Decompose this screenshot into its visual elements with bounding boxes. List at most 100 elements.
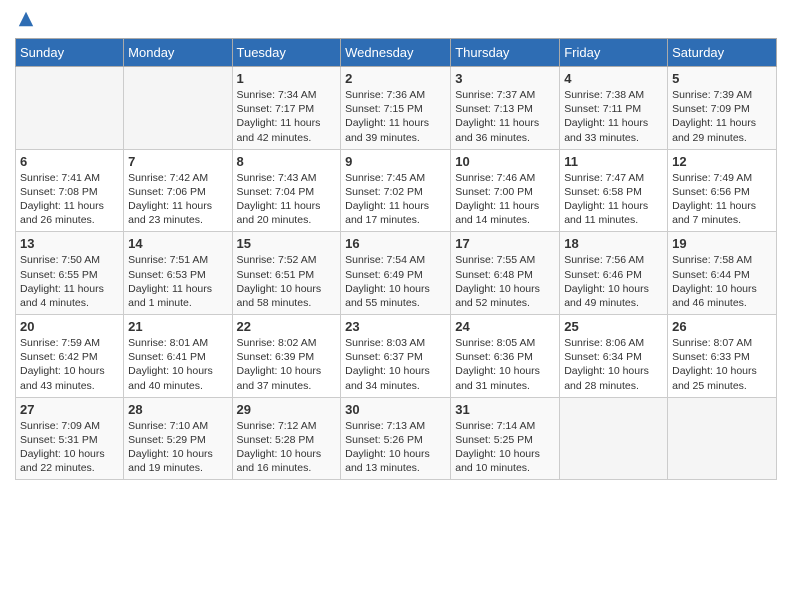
weekday-header: Thursday (451, 39, 560, 67)
day-info: Sunrise: 7:50 AM Sunset: 6:55 PM Dayligh… (20, 253, 119, 310)
day-number: 18 (564, 236, 663, 251)
calendar-week-row: 27Sunrise: 7:09 AM Sunset: 5:31 PM Dayli… (16, 397, 777, 480)
logo-icon (17, 10, 35, 28)
day-number: 3 (455, 71, 555, 86)
day-number: 29 (237, 402, 337, 417)
calendar-cell: 15 Sunrise: 7:52 AM Sunset: 6:51 PM Dayli… (232, 232, 341, 315)
calendar-cell: 24 Sunrise: 8:05 AM Sunset: 6:36 PM Dayli… (451, 315, 560, 398)
day-info: Sunrise: 7:49 AM Sunset: 6:56 PM Dayligh… (672, 171, 772, 228)
day-info: Sunrise: 7:54 AM Sunset: 6:49 PM Dayligh… (345, 253, 446, 310)
calendar-cell: 8 Sunrise: 7:43 AM Sunset: 7:04 PM Daylig… (232, 149, 341, 232)
day-info: Sunrise: 8:01 AM Sunset: 6:41 PM Dayligh… (128, 336, 227, 393)
calendar-cell: 19 Sunrise: 7:58 AM Sunset: 6:44 PM Dayli… (668, 232, 777, 315)
calendar-cell: 14 Sunrise: 7:51 AM Sunset: 6:53 PM Dayli… (124, 232, 232, 315)
day-info: Sunrise: 8:07 AM Sunset: 6:33 PM Dayligh… (672, 336, 772, 393)
day-number: 6 (20, 154, 119, 169)
calendar-cell: 20 Sunrise: 7:59 AM Sunset: 6:42 PM Dayli… (16, 315, 124, 398)
day-info: Sunrise: 7:36 AM Sunset: 7:15 PM Dayligh… (345, 88, 446, 145)
calendar-cell: 21 Sunrise: 8:01 AM Sunset: 6:41 PM Dayli… (124, 315, 232, 398)
day-info: Sunrise: 7:39 AM Sunset: 7:09 PM Dayligh… (672, 88, 772, 145)
calendar-cell: 17 Sunrise: 7:55 AM Sunset: 6:48 PM Dayli… (451, 232, 560, 315)
day-number: 7 (128, 154, 227, 169)
calendar-cell: 28Sunrise: 7:10 AM Sunset: 5:29 PM Dayli… (124, 397, 232, 480)
calendar-cell: 16 Sunrise: 7:54 AM Sunset: 6:49 PM Dayli… (341, 232, 451, 315)
calendar-cell: 18 Sunrise: 7:56 AM Sunset: 6:46 PM Dayli… (560, 232, 668, 315)
day-number: 15 (237, 236, 337, 251)
calendar-cell: 12 Sunrise: 7:49 AM Sunset: 6:56 PM Dayli… (668, 149, 777, 232)
calendar-cell: 6Sunrise: 7:41 AM Sunset: 7:08 PM Daylig… (16, 149, 124, 232)
day-number: 4 (564, 71, 663, 86)
day-info: Sunrise: 7:51 AM Sunset: 6:53 PM Dayligh… (128, 253, 227, 310)
day-number: 21 (128, 319, 227, 334)
weekday-header: Sunday (16, 39, 124, 67)
day-number: 2 (345, 71, 446, 86)
day-info: Sunrise: 7:52 AM Sunset: 6:51 PM Dayligh… (237, 253, 337, 310)
day-number: 25 (564, 319, 663, 334)
weekday-header: Monday (124, 39, 232, 67)
day-number: 24 (455, 319, 555, 334)
calendar-cell: 3 Sunrise: 7:37 AM Sunset: 7:13 PM Daylig… (451, 67, 560, 150)
weekday-header: Friday (560, 39, 668, 67)
day-number: 30 (345, 402, 446, 417)
calendar-week-row: 1Sunrise: 7:34 AM Sunset: 7:17 PM Daylig… (16, 67, 777, 150)
day-info: Sunrise: 7:13 AM Sunset: 5:26 PM Dayligh… (345, 419, 446, 476)
calendar-cell: 30 Sunrise: 7:13 AM Sunset: 5:26 PM Dayli… (341, 397, 451, 480)
day-info: Sunrise: 7:42 AM Sunset: 7:06 PM Dayligh… (128, 171, 227, 228)
day-info: Sunrise: 8:02 AM Sunset: 6:39 PM Dayligh… (237, 336, 337, 393)
weekday-header: Tuesday (232, 39, 341, 67)
day-info: Sunrise: 7:43 AM Sunset: 7:04 PM Dayligh… (237, 171, 337, 228)
calendar-cell: 10 Sunrise: 7:46 AM Sunset: 7:00 PM Dayli… (451, 149, 560, 232)
calendar-cell: 11 Sunrise: 7:47 AM Sunset: 6:58 PM Dayli… (560, 149, 668, 232)
day-number: 10 (455, 154, 555, 169)
calendar-cell: 2 Sunrise: 7:36 AM Sunset: 7:15 PM Daylig… (341, 67, 451, 150)
day-number: 1 (237, 71, 337, 86)
day-number: 23 (345, 319, 446, 334)
logo (15, 10, 35, 28)
day-info: Sunrise: 7:55 AM Sunset: 6:48 PM Dayligh… (455, 253, 555, 310)
day-info: Sunrise: 7:56 AM Sunset: 6:46 PM Dayligh… (564, 253, 663, 310)
weekday-header-row: SundayMondayTuesdayWednesdayThursdayFrid… (16, 39, 777, 67)
day-info: Sunrise: 7:10 AM Sunset: 5:29 PM Dayligh… (128, 419, 227, 476)
day-info: Sunrise: 8:03 AM Sunset: 6:37 PM Dayligh… (345, 336, 446, 393)
calendar-table: SundayMondayTuesdayWednesdayThursdayFrid… (15, 38, 777, 480)
day-info: Sunrise: 7:45 AM Sunset: 7:02 PM Dayligh… (345, 171, 446, 228)
calendar-week-row: 6Sunrise: 7:41 AM Sunset: 7:08 PM Daylig… (16, 149, 777, 232)
calendar-cell: 23 Sunrise: 8:03 AM Sunset: 6:37 PM Dayli… (341, 315, 451, 398)
calendar-week-row: 13Sunrise: 7:50 AM Sunset: 6:55 PM Dayli… (16, 232, 777, 315)
calendar-cell: 22 Sunrise: 8:02 AM Sunset: 6:39 PM Dayli… (232, 315, 341, 398)
day-number: 31 (455, 402, 555, 417)
calendar-cell: 1Sunrise: 7:34 AM Sunset: 7:17 PM Daylig… (232, 67, 341, 150)
calendar-cell: 9Sunrise: 7:45 AM Sunset: 7:02 PM Daylig… (341, 149, 451, 232)
day-info: Sunrise: 7:46 AM Sunset: 7:00 PM Dayligh… (455, 171, 555, 228)
calendar-cell: 31 Sunrise: 7:14 AM Sunset: 5:25 PM Dayli… (451, 397, 560, 480)
calendar-cell: 7 Sunrise: 7:42 AM Sunset: 7:06 PM Daylig… (124, 149, 232, 232)
day-number: 12 (672, 154, 772, 169)
day-number: 8 (237, 154, 337, 169)
page-header (15, 10, 777, 28)
calendar-cell (668, 397, 777, 480)
day-number: 20 (20, 319, 119, 334)
weekday-header: Wednesday (341, 39, 451, 67)
calendar-cell (560, 397, 668, 480)
day-info: Sunrise: 7:58 AM Sunset: 6:44 PM Dayligh… (672, 253, 772, 310)
day-info: Sunrise: 8:05 AM Sunset: 6:36 PM Dayligh… (455, 336, 555, 393)
day-info: Sunrise: 8:06 AM Sunset: 6:34 PM Dayligh… (564, 336, 663, 393)
day-info: Sunrise: 7:59 AM Sunset: 6:42 PM Dayligh… (20, 336, 119, 393)
calendar-cell: 5 Sunrise: 7:39 AM Sunset: 7:09 PM Daylig… (668, 67, 777, 150)
day-number: 11 (564, 154, 663, 169)
calendar-cell: 25 Sunrise: 8:06 AM Sunset: 6:34 PM Dayli… (560, 315, 668, 398)
day-number: 22 (237, 319, 337, 334)
day-info: Sunrise: 7:47 AM Sunset: 6:58 PM Dayligh… (564, 171, 663, 228)
day-info: Sunrise: 7:37 AM Sunset: 7:13 PM Dayligh… (455, 88, 555, 145)
calendar-cell (124, 67, 232, 150)
day-number: 27 (20, 402, 119, 417)
day-info: Sunrise: 7:14 AM Sunset: 5:25 PM Dayligh… (455, 419, 555, 476)
day-number: 14 (128, 236, 227, 251)
calendar-cell: 4Sunrise: 7:38 AM Sunset: 7:11 PM Daylig… (560, 67, 668, 150)
calendar-cell: 13Sunrise: 7:50 AM Sunset: 6:55 PM Dayli… (16, 232, 124, 315)
calendar-cell: 27Sunrise: 7:09 AM Sunset: 5:31 PM Dayli… (16, 397, 124, 480)
day-number: 19 (672, 236, 772, 251)
day-number: 17 (455, 236, 555, 251)
day-number: 16 (345, 236, 446, 251)
day-number: 5 (672, 71, 772, 86)
